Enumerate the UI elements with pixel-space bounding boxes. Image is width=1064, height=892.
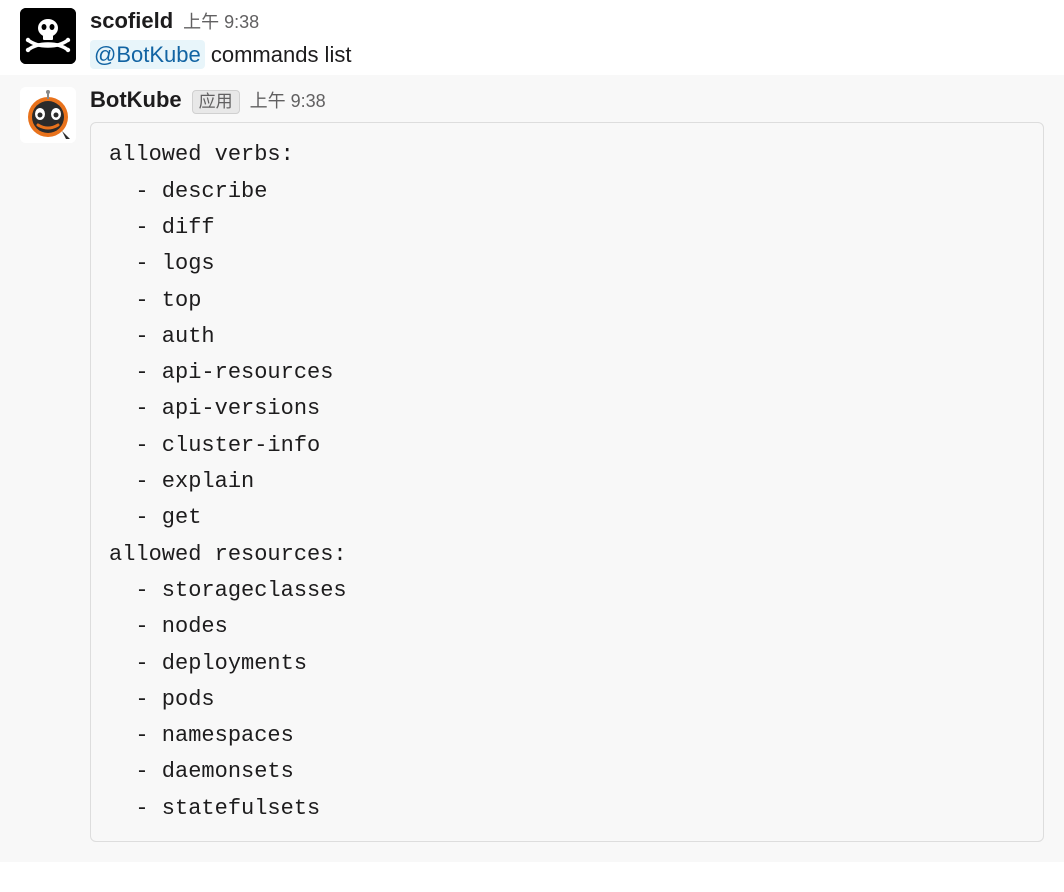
bot-message: BotKube 应用 上午 9:38 allowed verbs: - desc…	[0, 75, 1064, 862]
bot-message-header: BotKube 应用 上午 9:38	[90, 87, 1044, 114]
code-block[interactable]: allowed verbs: - describe - diff - logs …	[90, 122, 1044, 842]
botkube-robot-icon	[20, 87, 76, 143]
pirate-skull-icon	[20, 8, 76, 64]
bot-avatar[interactable]	[20, 87, 76, 143]
user-message-body: scofield 上午 9:38 @BotKube commands list	[90, 8, 1044, 71]
bot-message-body: BotKube 应用 上午 9:38 allowed verbs: - desc…	[90, 87, 1044, 842]
user-message-header: scofield 上午 9:38	[90, 8, 1044, 34]
bot-username[interactable]: BotKube	[90, 87, 182, 113]
timestamp: 上午 9:38	[183, 8, 259, 34]
bot-timestamp: 上午 9:38	[250, 87, 326, 113]
message-text: commands list	[205, 42, 352, 67]
user-message: scofield 上午 9:38 @BotKube commands list	[0, 0, 1064, 75]
mention-link[interactable]: @BotKube	[90, 40, 205, 69]
user-message-text: @BotKube commands list	[90, 38, 1044, 71]
app-badge: 应用	[192, 90, 240, 114]
username[interactable]: scofield	[90, 8, 173, 34]
user-avatar[interactable]	[20, 8, 76, 64]
